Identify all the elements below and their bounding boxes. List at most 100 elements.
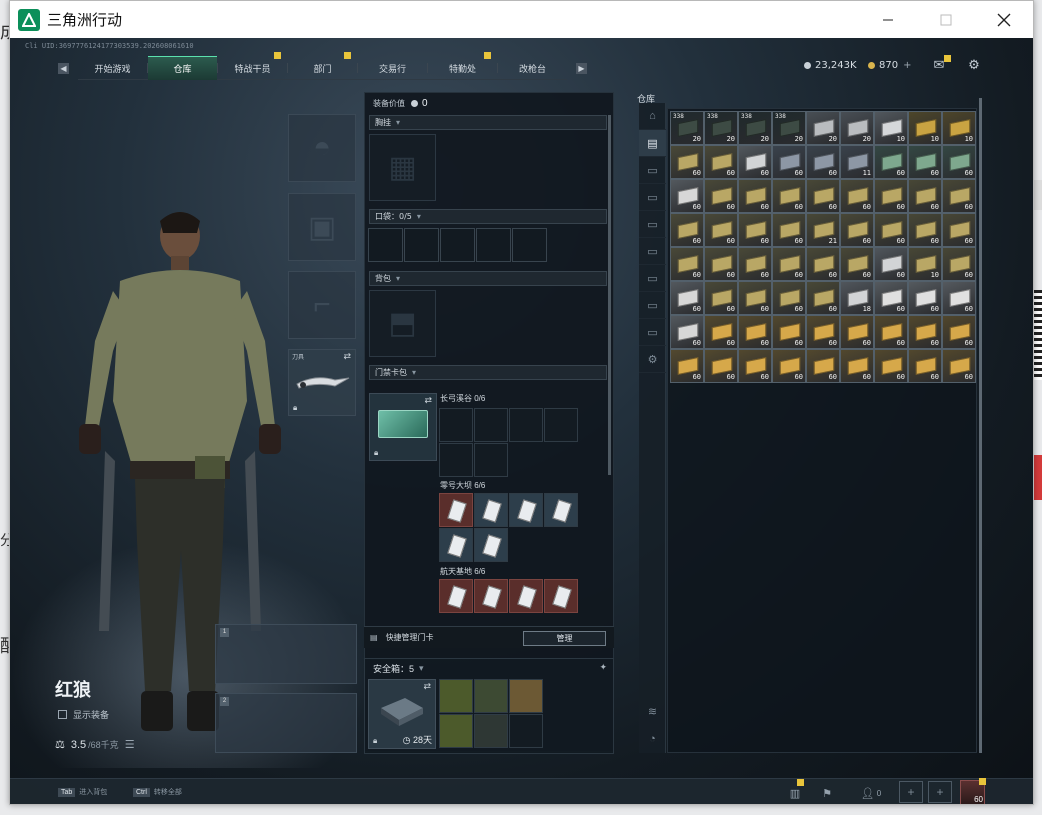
chest-rig-header[interactable]: 胸挂 ▾ [369,115,607,130]
stash-item[interactable]: 60 [908,315,942,349]
stash-item[interactable]: 60 [738,315,772,349]
pocket-slot[interactable] [476,228,511,262]
stash-item[interactable]: 60 [670,179,704,213]
stash-item[interactable]: 60 [908,179,942,213]
currency-secondary[interactable]: 870 + [868,60,911,71]
filter-settings-icon[interactable]: ⚙ [639,346,666,373]
key-slot[interactable] [509,408,543,442]
keycard-item[interactable] [439,493,473,527]
add-teammate-button[interactable]: + [899,781,923,803]
stash-item[interactable]: 60 [942,281,976,315]
keycard-item[interactable] [509,579,543,613]
safe-item[interactable] [439,679,473,713]
pockets-header[interactable]: 口袋：0/5 ▾ [369,209,607,224]
stash-item[interactable]: 60 [670,349,704,383]
stash-item[interactable]: 60 [738,281,772,315]
backpack-slot[interactable]: ⬒ [369,290,436,357]
pistol-slot[interactable]: ⌐ [288,271,356,339]
add-teammate-button[interactable]: + [928,781,952,803]
manage-button[interactable]: 管理 [523,631,606,646]
keycard-item[interactable] [474,579,508,613]
stash-item[interactable]: 60 [840,179,874,213]
stash-item[interactable]: 60 [704,179,738,213]
nav-tab[interactable]: 交易行 [358,56,427,80]
settings-gear-icon[interactable]: ⚙ [966,58,982,72]
stash-item[interactable]: 60 [874,179,908,213]
stash-item[interactable]: 60 [806,145,840,179]
stash-item[interactable]: 18 [840,281,874,315]
pocket-slot[interactable] [512,228,547,262]
stash-item[interactable]: 11 [840,145,874,179]
safe-item[interactable] [439,714,473,748]
safe-box-slot[interactable]: ⇄ 🔒︎ ◷ 28天 [368,679,436,749]
stash-item[interactable]: 60 [738,247,772,281]
stash-item[interactable]: 60 [806,179,840,213]
stash-item[interactable]: 60 [908,349,942,383]
stash-item[interactable]: 60 [942,179,976,213]
stash-item[interactable]: 60 [772,315,806,349]
stash-item[interactable]: 60 [908,145,942,179]
safe-empty-slot[interactable] [509,714,543,748]
key-slot[interactable] [439,408,473,442]
stash-item[interactable]: 60 [738,145,772,179]
stash-item[interactable]: 338 20 [772,111,806,145]
stash-item[interactable]: 60 [738,349,772,383]
stash-item[interactable]: 60 [738,213,772,247]
show-gear-toggle[interactable]: 显示装备 [58,708,109,721]
pocket-slot[interactable] [368,228,403,262]
stash-item[interactable]: 60 [942,315,976,349]
filter-misc-icon[interactable]: ▭ [639,292,666,319]
stash-item[interactable]: 60 [670,213,704,247]
stash-item[interactable]: 338 20 [738,111,772,145]
key-slot[interactable] [544,408,578,442]
stash-item[interactable]: 60 [772,247,806,281]
pocket-slot[interactable] [440,228,475,262]
stash-item[interactable]: 60 [874,281,908,315]
stash-item[interactable]: 10 [908,247,942,281]
stash-item[interactable]: 60 [840,213,874,247]
stash-item[interactable]: 60 [874,247,908,281]
stash-item[interactable]: 60 [704,315,738,349]
stash-item[interactable]: 60 [704,281,738,315]
stash-item[interactable]: 338 20 [670,111,704,145]
keycard-item[interactable] [474,493,508,527]
stash-item[interactable]: 60 [670,247,704,281]
flag-icon[interactable]: ⚑ [817,783,837,803]
stash-item[interactable]: 60 [704,213,738,247]
secondary-weapon-slot[interactable]: 2 [215,693,357,753]
safe-box-header[interactable]: 安全箱：5 ▾ ✦ [365,659,613,677]
filter-gear-icon[interactable]: ▭ [639,211,666,238]
stash-item[interactable]: 60 [840,315,874,349]
stash-item[interactable]: 60 [670,315,704,349]
stash-item[interactable]: 60 [772,213,806,247]
stash-scrollbar[interactable] [979,98,982,753]
nav-tab[interactable]: 开始游戏 [78,56,147,80]
nav-next-button[interactable]: ▶ [576,62,587,74]
stash-item[interactable]: 60 [772,349,806,383]
stash-item[interactable]: 60 [738,179,772,213]
sort-icon[interactable]: ◔ [639,725,666,752]
chest-rig-slot[interactable]: ▦ [369,134,436,201]
stash-item[interactable]: 60 [908,213,942,247]
safe-item[interactable] [474,714,508,748]
filter-collectibles-icon[interactable]: ▭ [639,319,666,346]
keycard-item[interactable] [544,579,578,613]
equipment-scrollbar[interactable] [608,115,611,475]
helmet-slot[interactable]: ◓ [288,114,356,182]
stash-item[interactable]: 60 [942,247,976,281]
keycard-item[interactable] [509,493,543,527]
stash-item[interactable]: 10 [908,111,942,145]
stats-icon[interactable]: ▥ [785,779,805,803]
stash-item[interactable]: 60 [806,247,840,281]
stash-item[interactable]: 60 [874,315,908,349]
stash-item[interactable]: 60 [840,349,874,383]
filter-medical-icon[interactable]: ▭ [639,238,666,265]
pin-icon[interactable]: ✦ [599,662,607,673]
stash-item[interactable]: 60 [942,145,976,179]
key-slot[interactable] [474,408,508,442]
nav-tab[interactable]: 改枪台 [498,56,567,80]
keycard-bag-header[interactable]: 门禁卡包 ▾ [369,365,607,380]
stash-item[interactable]: 60 [772,281,806,315]
armor-slot[interactable]: ▣ [288,193,356,261]
minimize-button[interactable] [859,1,917,38]
